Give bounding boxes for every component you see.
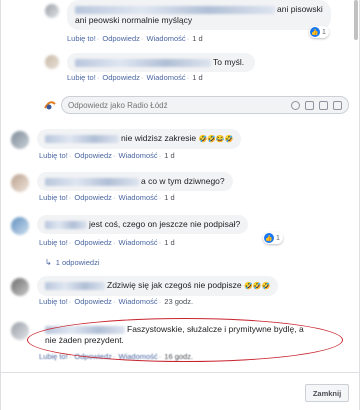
comment-text: a co w tym dziwnego? xyxy=(141,176,225,186)
like-icon: 👍 xyxy=(264,233,274,243)
smile-icon[interactable] xyxy=(291,100,300,110)
comment: nie widzisz zakresie 🤣🤣😂🤣 xyxy=(11,129,242,149)
comment-text: Faszystowskie, służalcze i prymitywne by… xyxy=(127,324,304,334)
reply-link[interactable]: Odpowiedz xyxy=(74,193,112,202)
comment-actions: Lubię to!· Odpowiedz· Wiadomość· 1 d xyxy=(39,151,175,160)
timestamp[interactable]: 1 d xyxy=(164,238,174,247)
like-link[interactable]: Lubię to! xyxy=(67,34,96,43)
close-button[interactable]: Zamknij xyxy=(305,384,349,402)
reply-link[interactable]: Odpowiedz xyxy=(74,352,112,361)
comment-bubble: nie widzisz zakresie 🤣🤣😂🤣 xyxy=(37,129,242,149)
comment-bubble: To myśl. xyxy=(67,53,255,72)
reply-icons xyxy=(291,100,342,110)
reply-arrow-icon: ↳ xyxy=(45,258,52,267)
author-name-blurred[interactable] xyxy=(75,58,211,67)
comment-text-line2: ani peowski normalnie myślący xyxy=(75,15,193,25)
author-name-blurred[interactable] xyxy=(45,220,87,229)
comment-reply: ani pisowski ani peowski normalnie myślą… xyxy=(45,0,331,30)
author-name-blurred[interactable] xyxy=(45,134,119,143)
reply-link[interactable]: Odpowiedz xyxy=(74,238,112,247)
author-name-blurred[interactable] xyxy=(75,5,275,14)
like-link[interactable]: Lubię to! xyxy=(39,151,68,160)
timestamp[interactable]: 1 d xyxy=(164,193,174,202)
comment-bubble: a co w tym dziwnego? xyxy=(37,172,233,191)
comment-text: nie widzisz zakresie xyxy=(121,133,197,143)
message-link[interactable]: Wiadomość xyxy=(147,73,186,82)
footer-divider xyxy=(1,372,360,373)
gif-icon[interactable] xyxy=(319,100,328,110)
comment-bubble: jest coś, czego on jeszcze nie podpisał? xyxy=(37,215,249,234)
view-replies-link[interactable]: ↳ 1 odpowiedzi xyxy=(45,258,99,267)
comment: Zdziwię się jak czegoś nie podpisze 🤣🤣🤣 xyxy=(11,276,279,296)
like-link[interactable]: Lubię to! xyxy=(39,193,68,202)
like-link[interactable]: Lubię to! xyxy=(39,297,68,306)
message-link[interactable]: Wiadomość xyxy=(119,352,158,361)
author-name-blurred[interactable] xyxy=(45,281,105,290)
message-link[interactable]: Wiadomość xyxy=(119,151,158,160)
avatar[interactable] xyxy=(11,322,29,340)
comment-bubble: Faszystowskie, służalcze i prymitywne by… xyxy=(37,320,327,350)
comment: jest coś, czego on jeszcze nie podpisał? xyxy=(11,215,249,235)
timestamp[interactable]: 1 d xyxy=(164,151,174,160)
timestamp[interactable]: 1 d xyxy=(192,73,202,82)
reaction-badge[interactable]: 👍 1 xyxy=(263,232,283,244)
page-avatar xyxy=(43,98,57,112)
comment-actions: Lubię to!· Odpowiedz· Wiadomość· 1 d xyxy=(39,193,175,202)
reply-link[interactable]: Odpowiedz xyxy=(74,297,112,306)
avatar[interactable] xyxy=(45,4,59,18)
scrollbar[interactable] xyxy=(353,0,359,370)
emoji-reaction-text: 🤣🤣🤣 xyxy=(244,283,271,290)
like-link[interactable]: Lubię to! xyxy=(67,73,96,82)
radio-lodz-logo-icon xyxy=(44,101,56,110)
reply-input[interactable] xyxy=(68,100,291,110)
timestamp[interactable]: 16 godz. xyxy=(164,352,193,361)
author-name-blurred[interactable] xyxy=(45,325,125,334)
sticker-icon[interactable] xyxy=(333,100,342,110)
comment-text: jest coś, czego on jeszcze nie podpisał? xyxy=(89,219,241,229)
comment: Faszystowskie, służalcze i prymitywne by… xyxy=(11,320,327,350)
message-link[interactable]: Wiadomość xyxy=(119,193,158,202)
author-name-blurred[interactable] xyxy=(45,177,139,186)
comment-actions: Lubię to!· Odpowiedz· Wiadomość· 1 d xyxy=(39,238,175,247)
message-link[interactable]: Wiadomość xyxy=(119,297,158,306)
comment-actions: Lubię to!· Odpowiedz· Wiadomość· 1 d xyxy=(67,73,203,82)
reaction-badge[interactable]: 👍 1 xyxy=(309,26,329,38)
like-link[interactable]: Lubię to! xyxy=(39,238,68,247)
comment-text: ani pisowski xyxy=(277,4,323,14)
comments-dialog: ani pisowski ani peowski normalnie myślą… xyxy=(0,0,360,410)
timestamp[interactable]: 1 d xyxy=(192,34,202,43)
avatar[interactable] xyxy=(45,55,59,69)
reply-link[interactable]: Odpowiedz xyxy=(74,151,112,160)
message-link[interactable]: Wiadomość xyxy=(147,34,186,43)
message-link[interactable]: Wiadomość xyxy=(119,238,158,247)
comment-reply: To myśl. xyxy=(45,53,255,72)
like-link[interactable]: Lubię to! xyxy=(39,352,68,361)
comment-text-line2: nie żaden prezydent. xyxy=(45,335,124,345)
reply-input-box[interactable] xyxy=(61,96,349,114)
comment-bubble: Zdziwię się jak czegoś nie podpisze 🤣🤣🤣 xyxy=(37,276,279,296)
comment-actions: Lubię to!· Odpowiedz· Wiadomość· 16 godz… xyxy=(39,352,194,361)
avatar[interactable] xyxy=(11,131,29,149)
emoji-reaction-text: 🤣🤣😂🤣 xyxy=(198,136,234,143)
avatar[interactable] xyxy=(11,217,29,235)
scrollbar-thumb[interactable] xyxy=(354,0,358,40)
comment-text: Zdziwię się jak czegoś nie podpisze xyxy=(107,280,242,290)
comment-text: To myśl. xyxy=(213,57,245,67)
reply-link[interactable]: Odpowiedz xyxy=(102,34,140,43)
avatar[interactable] xyxy=(11,278,29,296)
like-icon: 👍 xyxy=(310,27,320,37)
comment-actions: Lubię to!· Odpowiedz· Wiadomość· 1 d xyxy=(67,34,203,43)
comment-bubble: ani pisowski ani peowski normalnie myślą… xyxy=(67,0,331,30)
comment-actions: Lubię to!· Odpowiedz· Wiadomość· 23 godz… xyxy=(39,297,194,306)
camera-icon[interactable] xyxy=(305,100,314,110)
avatar[interactable] xyxy=(11,174,29,192)
comment: a co w tym dziwnego? xyxy=(11,172,233,192)
timestamp[interactable]: 23 godz. xyxy=(164,297,193,306)
reply-link[interactable]: Odpowiedz xyxy=(102,73,140,82)
